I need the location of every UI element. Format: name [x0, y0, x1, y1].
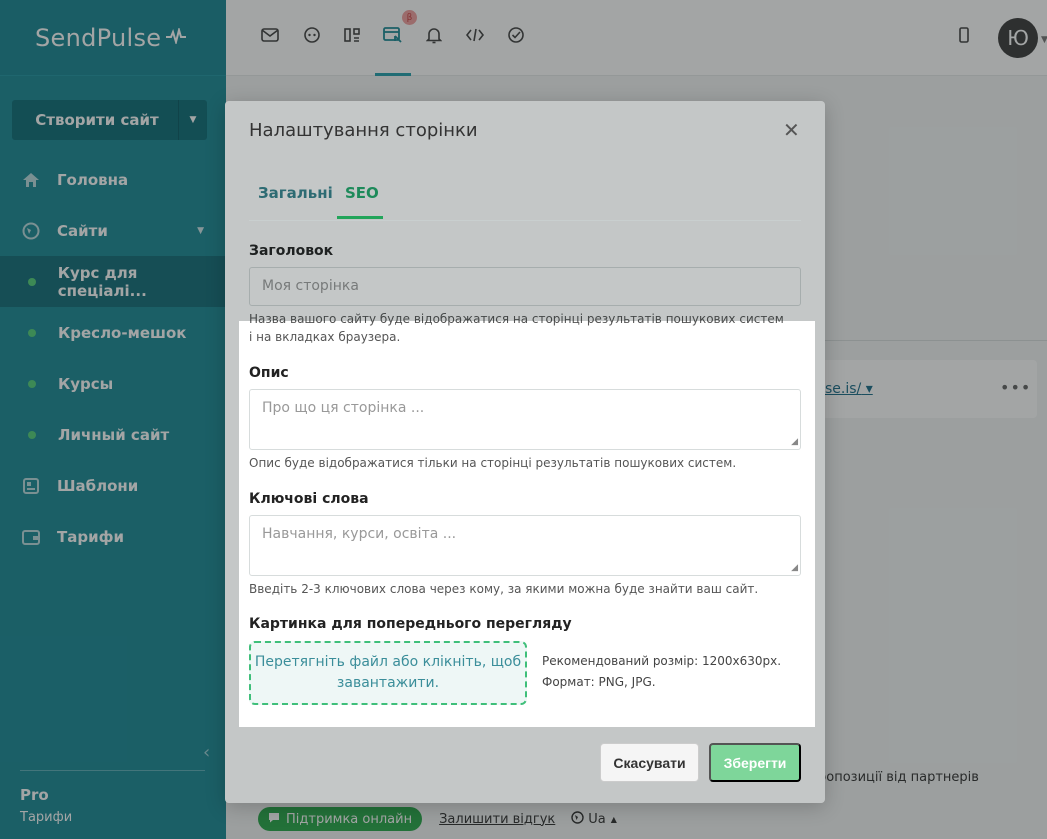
image-requirements: Рекомендований розмір: 1200x630px. Форма…	[542, 651, 781, 693]
save-button[interactable]: Зберегти	[709, 743, 801, 782]
resize-handle-icon[interactable]: ◢	[791, 437, 798, 447]
recommended-size: Рекомендований розмір: 1200x630px.	[542, 654, 782, 668]
cancel-button[interactable]: Скасувати	[600, 743, 699, 782]
close-icon[interactable]: ✕	[783, 118, 800, 142]
keywords-help-text: Введіть 2-3 ключових слова через кому, з…	[249, 582, 759, 596]
description-placeholder: Про що ця сторінка ...	[262, 400, 425, 416]
tabs-divider	[249, 220, 801, 221]
resize-handle-icon[interactable]: ◢	[791, 563, 798, 573]
keywords-textarea[interactable]: Навчання, курси, освіта ... ◢	[249, 515, 801, 576]
description-help-text: Опис буде відображатися тільки на сторін…	[249, 456, 737, 470]
active-tab-indicator	[337, 216, 383, 219]
image-dropzone[interactable]: Перетягніть файл або клікніть, щоб заван…	[249, 641, 527, 705]
modal-side-shade	[225, 321, 239, 727]
image-format: Формат: PNG, JPG.	[542, 675, 656, 689]
preview-image-label: Картинка для попереднього перегляду	[249, 616, 572, 632]
tab-seo[interactable]: SEO	[345, 184, 379, 202]
keywords-placeholder: Навчання, курси, освіта ...	[262, 526, 457, 542]
description-textarea[interactable]: Про що ця сторінка ... ◢	[249, 389, 801, 450]
keywords-label: Ключові слова	[249, 491, 369, 507]
modal-side-shade	[815, 321, 825, 727]
tab-general[interactable]: Загальні	[258, 184, 333, 202]
page-settings-modal: Заголовок Моя сторінка Назва вашого сайт…	[225, 101, 825, 803]
modal-title: Налаштування сторінки	[249, 120, 478, 141]
dropzone-text: Перетягніть файл або клікніть, щоб заван…	[254, 654, 522, 691]
description-label: Опис	[249, 365, 289, 381]
